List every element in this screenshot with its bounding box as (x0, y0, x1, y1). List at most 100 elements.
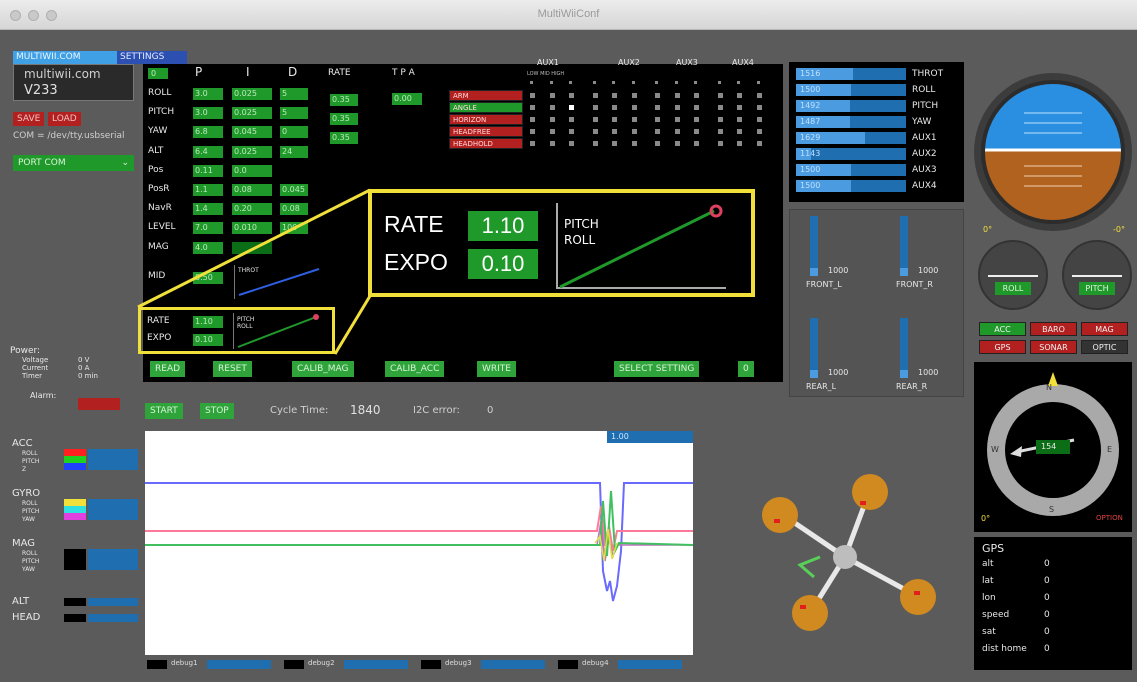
aux-switch[interactable] (675, 93, 680, 98)
aux-switch[interactable] (612, 141, 617, 146)
debug-value (618, 660, 682, 669)
aux-switch[interactable] (718, 93, 723, 98)
motor-label: FRONT_R (896, 280, 933, 289)
aux-switch[interactable] (655, 141, 660, 146)
roll-indicator: ROLL (978, 240, 1048, 310)
aux-switch[interactable] (593, 93, 598, 98)
rc-channel-value: 1500 (800, 85, 821, 94)
aux-switch[interactable] (694, 141, 699, 146)
compass-panel: N E S W 154 0° OPTION (974, 362, 1132, 532)
aux-switch[interactable] (632, 129, 637, 134)
aux-switch[interactable] (550, 93, 555, 98)
aux-switch[interactable] (694, 129, 699, 134)
select-setting-button[interactable]: SELECT SETTING (614, 361, 700, 377)
aux-switch[interactable] (632, 117, 637, 122)
aux-switch[interactable] (655, 129, 660, 134)
aux-switch[interactable] (593, 117, 598, 122)
aux-switch[interactable] (694, 105, 699, 110)
rc-channel-bar: 1500 (796, 164, 906, 176)
start-button[interactable]: START (145, 403, 183, 419)
aux-switch[interactable] (550, 117, 555, 122)
motor-label: REAR_L (806, 382, 837, 391)
aux-switch[interactable] (530, 93, 535, 98)
aux-switch[interactable] (737, 129, 742, 134)
debug-value (207, 660, 271, 669)
gyro-roll-color (64, 499, 86, 506)
aux-switch[interactable] (737, 117, 742, 122)
motor-bar-fill (900, 268, 908, 276)
aux-switch[interactable] (737, 105, 742, 110)
aux-switch[interactable] (675, 117, 680, 122)
main-window: MultiWiiConf MULTIWII.COM SETTINGS multi… (0, 0, 1137, 682)
aux-switch[interactable] (675, 129, 680, 134)
gyro-yaw-label: YAW (22, 516, 35, 523)
aux-switch[interactable] (550, 141, 555, 146)
aux-switch[interactable] (757, 117, 762, 122)
motor-value: 1000 (918, 266, 939, 275)
aux-switch[interactable] (675, 141, 680, 146)
aux-switch[interactable] (737, 93, 742, 98)
zoom-rate-value[interactable]: 1.10 (468, 211, 538, 241)
calib-acc-button[interactable]: CALIB_ACC (385, 361, 445, 377)
rc-channel-label: AUX1 (912, 133, 937, 143)
reset-button[interactable]: RESET (213, 361, 252, 377)
aux-switch[interactable] (612, 129, 617, 134)
gps-field-label: lon (982, 593, 996, 603)
alt-label: ALT (12, 596, 30, 607)
aux-column-marker (694, 81, 697, 84)
aux-switch[interactable] (530, 105, 535, 110)
motor-bar-fill (810, 268, 818, 276)
aux-switch[interactable] (569, 105, 574, 110)
alt-color (64, 598, 86, 606)
aux-switch[interactable] (593, 105, 598, 110)
aux-switch[interactable] (632, 141, 637, 146)
graph-scale[interactable]: 1.00 (607, 431, 693, 443)
aux-switch[interactable] (612, 93, 617, 98)
debug-label: debug2 (308, 659, 335, 667)
aux-switch[interactable] (757, 129, 762, 134)
aux-switch[interactable] (718, 117, 723, 122)
aux-switch[interactable] (632, 105, 637, 110)
aux-switch[interactable] (694, 93, 699, 98)
aux-switch[interactable] (655, 93, 660, 98)
aux-switch[interactable] (569, 141, 574, 146)
aux-switch[interactable] (694, 117, 699, 122)
aux-switch[interactable] (550, 129, 555, 134)
zoom-rate-graph: PITCH ROLL (556, 203, 726, 289)
aux-switch[interactable] (655, 117, 660, 122)
setting-value[interactable]: 0 (738, 361, 754, 377)
zoom-expo-value[interactable]: 0.10 (468, 249, 538, 279)
aux-switch[interactable] (612, 105, 617, 110)
aux-switch[interactable] (593, 141, 598, 146)
aux-switch[interactable] (757, 141, 762, 146)
aux-switch[interactable] (718, 141, 723, 146)
aux-switch[interactable] (718, 105, 723, 110)
calib-mag-button[interactable]: CALIB_MAG (292, 361, 354, 377)
read-button[interactable]: READ (150, 361, 186, 377)
aux-switch[interactable] (632, 93, 637, 98)
aux-switch[interactable] (757, 105, 762, 110)
aux-switch[interactable] (757, 93, 762, 98)
aux-switch[interactable] (569, 117, 574, 122)
aux-switch[interactable] (530, 129, 535, 134)
aux-mode-label: ARM (449, 90, 523, 101)
aux-switch[interactable] (569, 93, 574, 98)
aux-column-marker (593, 81, 596, 84)
stop-button[interactable]: STOP (200, 403, 234, 419)
aux-switch[interactable] (550, 105, 555, 110)
aux-switch[interactable] (530, 141, 535, 146)
rc-channel-label: YAW (912, 117, 932, 127)
aux-switch[interactable] (593, 129, 598, 134)
aux-switch[interactable] (675, 105, 680, 110)
aux-switch[interactable] (530, 117, 535, 122)
write-button[interactable]: WRITE (477, 361, 516, 377)
aux-switch[interactable] (655, 105, 660, 110)
gps-field-label: speed (982, 610, 1010, 620)
roll-bar (988, 275, 1038, 277)
aux-switch[interactable] (569, 129, 574, 134)
compass-east: E (1107, 445, 1113, 454)
aux-switch[interactable] (718, 129, 723, 134)
debug-label: debug1 (171, 659, 198, 667)
aux-switch[interactable] (612, 117, 617, 122)
aux-switch[interactable] (737, 141, 742, 146)
